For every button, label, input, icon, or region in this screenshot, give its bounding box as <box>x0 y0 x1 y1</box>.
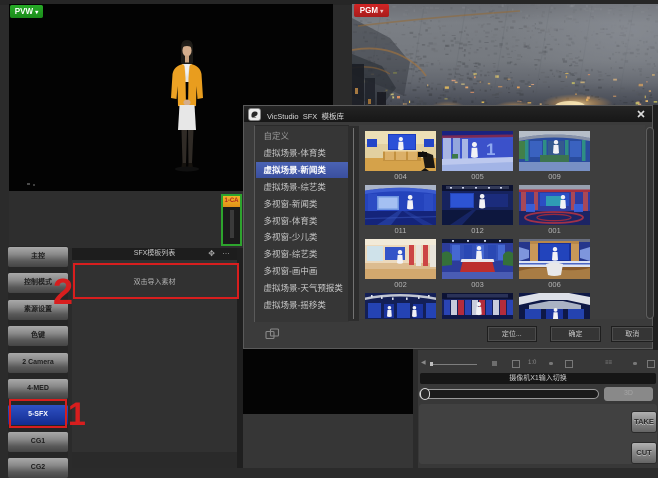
svg-text:1: 1 <box>486 140 495 159</box>
